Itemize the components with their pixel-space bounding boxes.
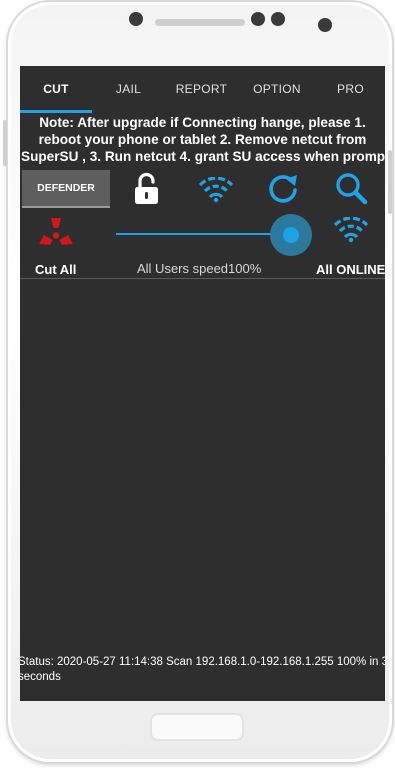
search-icon[interactable] xyxy=(334,171,370,207)
camera-icon xyxy=(318,18,332,32)
divider xyxy=(20,278,385,279)
refresh-icon[interactable] xyxy=(266,171,300,205)
phone-side-button xyxy=(388,150,392,214)
speed-label: All Users speed100% xyxy=(137,261,262,276)
speed-slider-track[interactable] xyxy=(116,233,291,235)
earpiece-speaker xyxy=(155,19,245,26)
front-camera-icon xyxy=(129,12,143,26)
tab-indicator xyxy=(20,110,92,113)
tab-bar: CUT JAIL REPORT OPTION PRO xyxy=(20,66,385,113)
tab-option[interactable]: OPTION xyxy=(238,66,316,112)
all-online-label[interactable]: All ONLINE xyxy=(316,262,385,277)
upgrade-note: Note: After upgrade if Connecting hange,… xyxy=(20,114,385,165)
sensor-icon xyxy=(271,12,285,26)
note-line: SuperSU , 3. Run netcut 4. grant SU acce… xyxy=(21,149,385,164)
speed-slider-thumb[interactable] xyxy=(283,227,299,243)
cut-all-label[interactable]: Cut All xyxy=(35,262,76,277)
tab-jail[interactable]: JAIL xyxy=(92,66,165,112)
note-line: Note: After upgrade if Connecting hange,… xyxy=(39,115,366,130)
sensor-icon xyxy=(251,12,265,26)
tab-report[interactable]: REPORT xyxy=(165,66,238,112)
wifi-icon[interactable] xyxy=(333,217,369,243)
cut-all-icon[interactable] xyxy=(37,216,75,250)
tab-cut[interactable]: CUT xyxy=(20,66,92,112)
defender-button[interactable]: DEFENDER xyxy=(22,170,110,208)
tab-pro[interactable]: PRO xyxy=(316,66,385,112)
app-screen: CUT JAIL REPORT OPTION PRO Note: After u… xyxy=(20,66,385,701)
phone-side-button xyxy=(3,120,7,166)
wifi-icon[interactable] xyxy=(198,177,234,203)
status-text: Status: 2020-05-27 11:14:38 Scan 192.168… xyxy=(20,656,385,683)
note-line: reboot your phone or tablet 2. Remove ne… xyxy=(38,132,367,147)
home-button[interactable] xyxy=(150,713,244,741)
lock-open-icon[interactable] xyxy=(133,172,163,206)
